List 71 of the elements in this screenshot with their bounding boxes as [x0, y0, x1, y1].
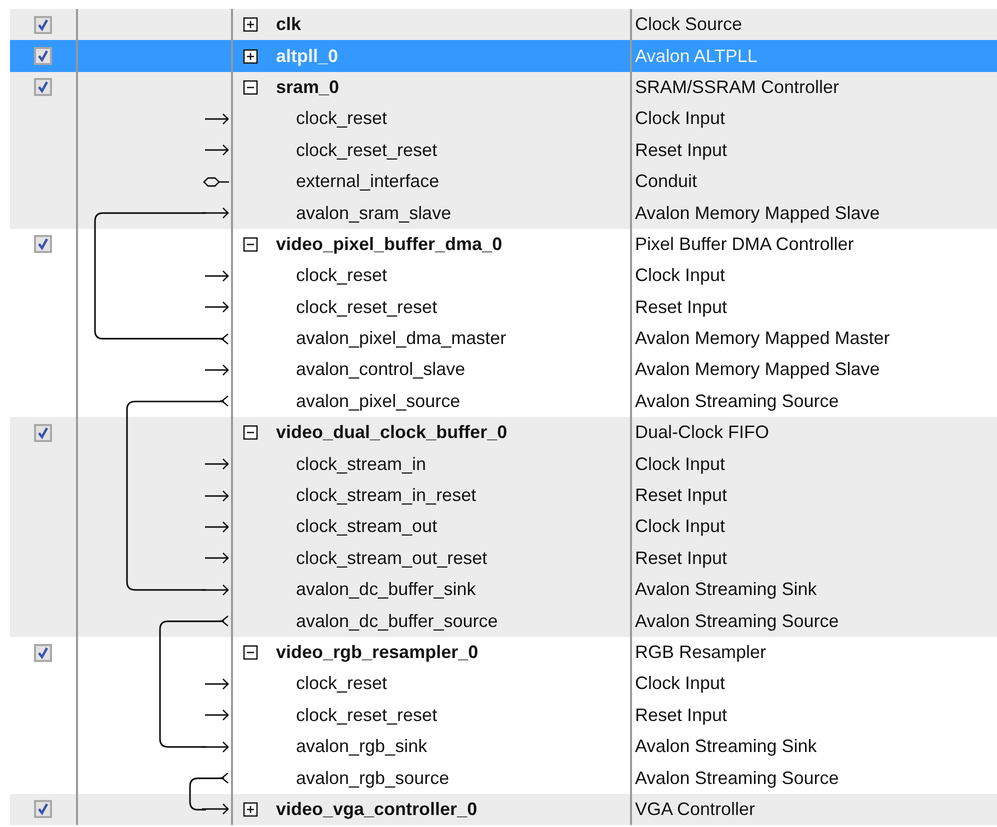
description: Avalon Memory Mapped Slave: [635, 202, 880, 224]
port-name: clock_stream_in_reset: [295, 485, 476, 506]
module-row[interactable]: video_pixel_buffer_dma_0 Pixel Buffer DMA Controller: [10, 228, 997, 260]
description: VGA Controller: [635, 798, 756, 820]
checkbox[interactable]: [34, 644, 52, 662]
checkbox[interactable]: [34, 800, 52, 818]
port-name: clock_stream_out_reset: [295, 548, 488, 569]
module-row[interactable]: clk Clock Source: [10, 9, 997, 40]
port-name: external_interface: [295, 171, 440, 192]
collapse-icon[interactable]: [243, 645, 258, 660]
module-name: video_pixel_buffer_dma_0: [276, 234, 502, 255]
port-name: avalon_dc_buffer_source: [295, 610, 498, 632]
description: Clock Input: [635, 516, 726, 538]
checkbox[interactable]: [34, 16, 52, 34]
port-name: avalon_sram_slave: [295, 202, 452, 224]
description: Clock Source: [635, 14, 742, 36]
description: Reset Input: [635, 704, 728, 726]
description: Clock Input: [635, 108, 726, 130]
checkbox[interactable]: [34, 424, 52, 442]
collapse-icon[interactable]: [243, 236, 258, 252]
description: Clock Input: [635, 673, 726, 694]
description: Avalon Streaming Sink: [635, 579, 817, 600]
port-name: avalon_pixel_dma_master: [295, 328, 506, 350]
description: Reset Input: [635, 140, 728, 161]
port-name: avalon_dc_buffer_sink: [295, 579, 476, 600]
description: Avalon Memory Mapped Slave: [635, 359, 880, 380]
port-name: clock_reset: [295, 108, 388, 130]
description: Clock Input: [635, 454, 726, 475]
description: Pixel Buffer DMA Controller: [635, 234, 854, 255]
description: Avalon Streaming Sink: [635, 736, 817, 758]
collapse-icon[interactable]: [243, 425, 258, 440]
port-name: avalon_rgb_sink: [295, 736, 428, 758]
port-name: clock_stream_in: [295, 454, 426, 475]
port-name: clock_reset_reset: [295, 140, 438, 161]
port-name: clock_reset_reset: [295, 296, 438, 318]
module-name: video_dual_clock_buffer_0: [276, 422, 508, 444]
checkbox[interactable]: [34, 78, 52, 96]
port-name: clock_reset: [295, 673, 388, 694]
module-name: video_vga_controller_0: [276, 798, 478, 820]
expand-icon[interactable]: [243, 48, 258, 64]
description: Dual-Clock FIFO: [635, 422, 770, 444]
port-name: clock_reset_reset: [295, 704, 438, 726]
description: RGB Resampler: [635, 642, 766, 663]
module-row[interactable]: video_vga_controller_0 VGA Controller: [10, 794, 997, 826]
port-name: avalon_rgb_source: [295, 768, 450, 789]
description: Clock Input: [635, 265, 726, 286]
collapse-icon[interactable]: [243, 80, 258, 95]
port-name: avalon_control_slave: [295, 359, 466, 380]
port-name: clock_stream_out: [295, 516, 438, 538]
description: Avalon Streaming Source: [635, 768, 839, 789]
module-name: video_rgb_resampler_0: [276, 642, 478, 663]
description: Avalon Streaming Source: [635, 610, 839, 632]
module-name: altpll_0: [276, 46, 338, 67]
description: SRAM/SSRAM Controller: [635, 76, 840, 98]
description: Conduit: [635, 171, 698, 192]
description: Avalon Streaming Source: [635, 390, 839, 412]
checkbox[interactable]: [34, 47, 52, 66]
description: Reset Input: [635, 485, 728, 506]
port-name: avalon_pixel_source: [295, 390, 460, 412]
checkbox[interactable]: [34, 235, 52, 254]
port-name: clock_reset: [295, 265, 388, 286]
module-row[interactable]: sram_0 SRAM/SSRAM Controller: [10, 72, 997, 104]
description: Reset Input: [635, 548, 728, 569]
description: Avalon Memory Mapped Master: [635, 328, 890, 350]
description: Reset Input: [635, 296, 728, 318]
description: Avalon ALTPLL: [635, 46, 758, 67]
expand-icon[interactable]: [243, 802, 258, 817]
expand-icon[interactable]: [243, 17, 258, 32]
module-row[interactable]: video_dual_clock_buffer_0 Dual-Clock FIFO: [10, 417, 997, 448]
module-name: clk: [276, 14, 302, 36]
module-name: sram_0: [276, 76, 340, 98]
